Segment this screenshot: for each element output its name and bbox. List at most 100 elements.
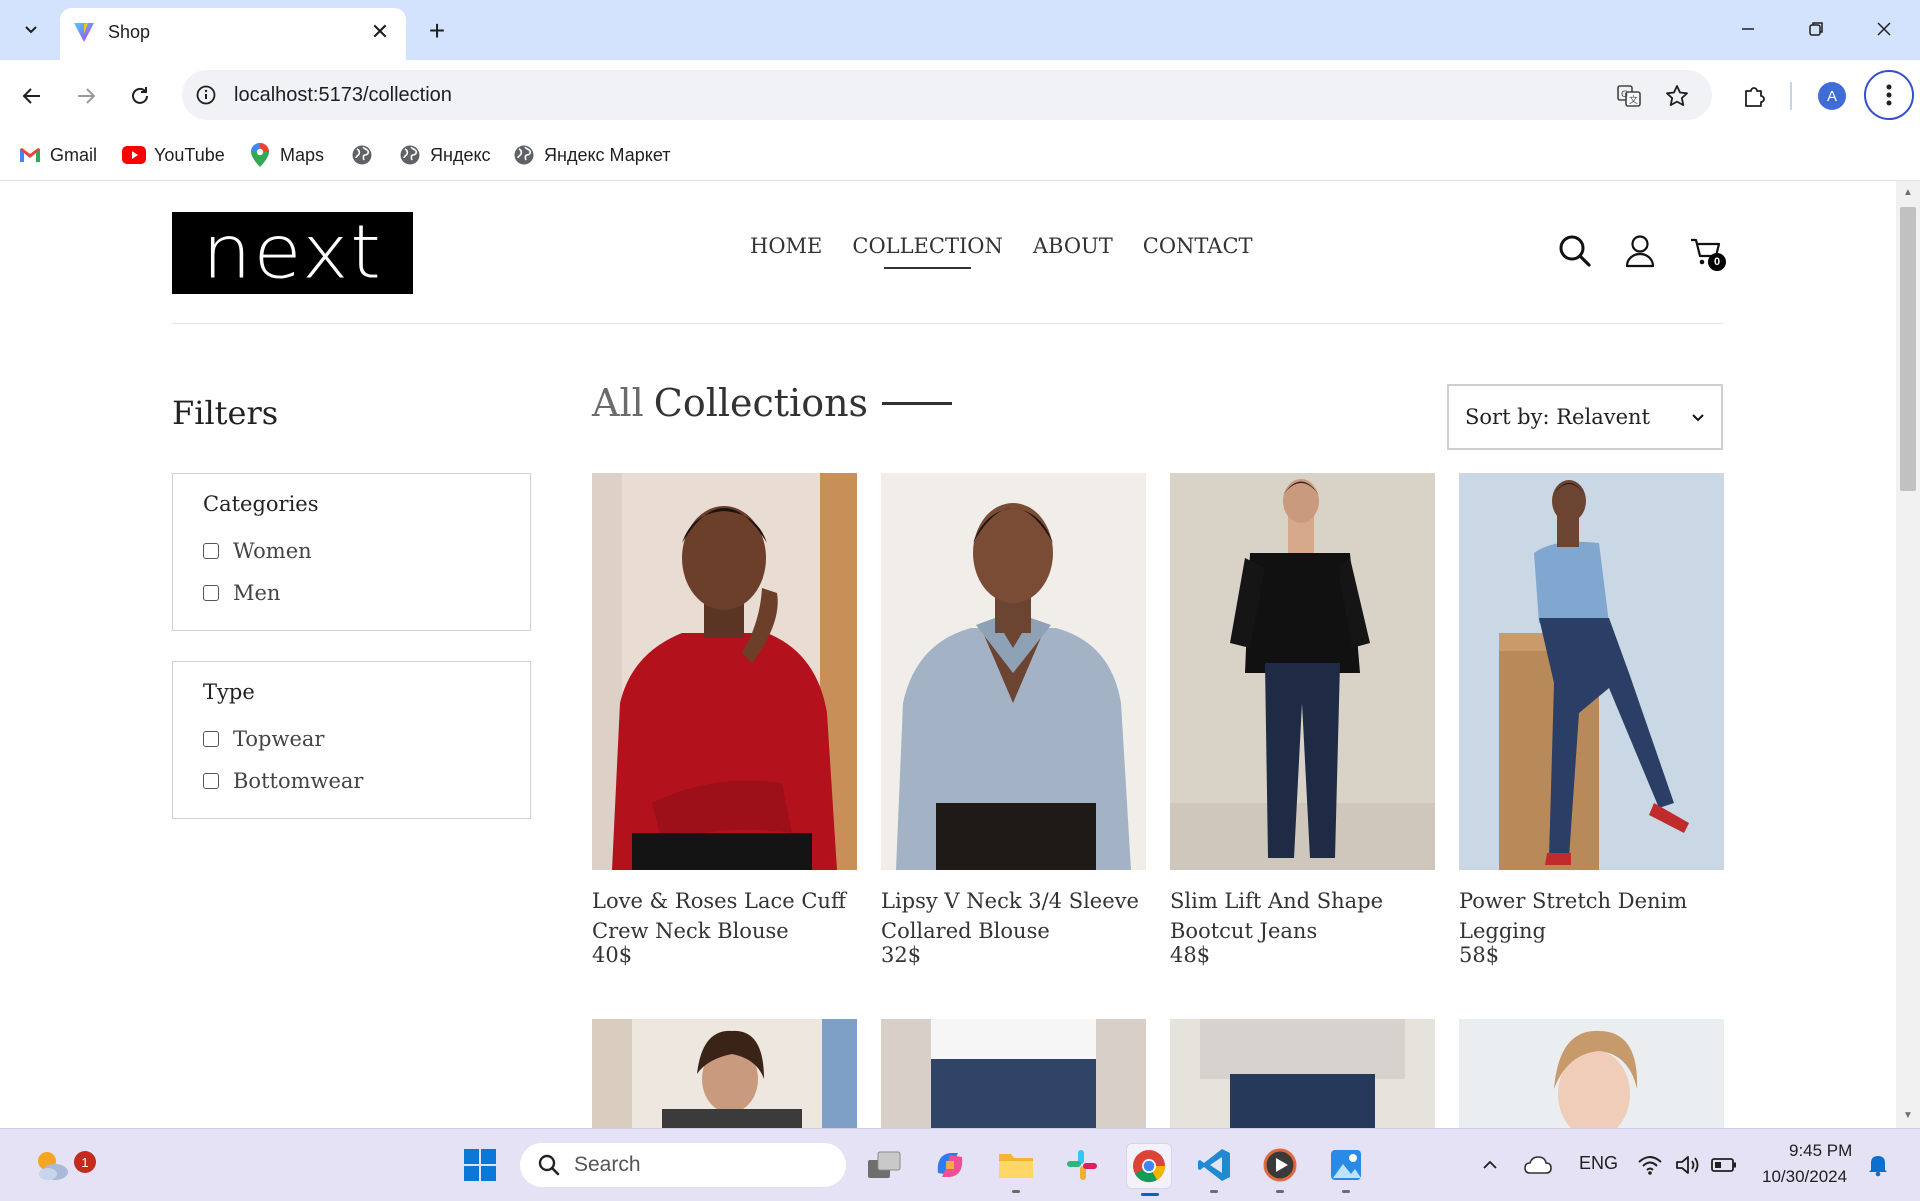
- product-image[interactable]: [1459, 1019, 1724, 1128]
- product-name[interactable]: Love & Roses Lace Cuff Crew Neck Blouse: [592, 886, 857, 946]
- photos-icon: [1331, 1150, 1361, 1180]
- nav-home[interactable]: HOME: [750, 233, 822, 259]
- product-name[interactable]: Power Stretch Denim Legging: [1459, 886, 1724, 946]
- nav-collection[interactable]: COLLECTION: [852, 233, 1003, 269]
- start-button[interactable]: [458, 1143, 502, 1187]
- filter-women[interactable]: Women: [203, 539, 312, 563]
- user-icon: [1625, 235, 1655, 268]
- clock-time[interactable]: 9:45 PM: [1789, 1141, 1852, 1161]
- show-hidden-icons-button[interactable]: [1470, 1143, 1510, 1187]
- new-tab-button[interactable]: +: [420, 14, 454, 48]
- puzzle-icon: [1745, 87, 1765, 107]
- product-image[interactable]: [1459, 473, 1724, 870]
- product-image[interactable]: [1170, 473, 1435, 870]
- bookmark-gmail[interactable]: Gmail: [18, 140, 97, 170]
- checkbox[interactable]: [203, 773, 219, 789]
- page-scrollbar[interactable]: ▲ ▼: [1896, 181, 1920, 1128]
- arrow-right-icon: [78, 88, 96, 104]
- address-bar[interactable]: localhost:5173/collection G文: [182, 70, 1712, 120]
- product-price: 58$: [1459, 943, 1500, 967]
- onedrive-button[interactable]: [1518, 1143, 1558, 1187]
- checkbox[interactable]: [203, 585, 219, 601]
- chrome-button[interactable]: [1126, 1143, 1172, 1196]
- filters-title[interactable]: Filters: [172, 394, 278, 432]
- product-image[interactable]: [592, 473, 857, 870]
- site-info-icon[interactable]: [194, 83, 218, 107]
- slack-icon: [1067, 1150, 1097, 1180]
- product-name[interactable]: Lipsy V Neck 3/4 Sleeve Collared Blouse: [881, 886, 1146, 946]
- taskbar-search[interactable]: Search: [520, 1143, 846, 1187]
- weather-icon: [38, 1152, 68, 1180]
- bookmark-youtube[interactable]: YouTube: [122, 140, 225, 170]
- bookmark-label: YouTube: [154, 144, 225, 165]
- restore-button[interactable]: [1786, 6, 1846, 52]
- scroll-thumb[interactable]: [1900, 207, 1916, 491]
- bookmark-label: Яндекс: [430, 144, 491, 165]
- type-filter: Type Topwear Bottomwear: [172, 661, 531, 819]
- checkbox[interactable]: [203, 543, 219, 559]
- tab-search-button[interactable]: [14, 12, 48, 46]
- slack-button[interactable]: [1060, 1143, 1104, 1187]
- file-explorer-button[interactable]: [994, 1143, 1038, 1193]
- nav-about[interactable]: ABOUT: [1033, 233, 1113, 259]
- reload-button[interactable]: [120, 76, 160, 116]
- product-image[interactable]: [881, 473, 1146, 870]
- copilot-button[interactable]: [928, 1143, 972, 1187]
- wifi-button[interactable]: [1630, 1143, 1670, 1187]
- checkbox[interactable]: [203, 731, 219, 747]
- filter-men[interactable]: Men: [203, 581, 280, 605]
- sort-select[interactable]: Sort by: Relavent: [1447, 384, 1723, 450]
- bookmark-globe[interactable]: [350, 140, 382, 170]
- profile-button[interactable]: A: [1812, 76, 1852, 116]
- back-button[interactable]: [12, 76, 52, 116]
- extensions-button[interactable]: [1734, 76, 1774, 116]
- clock-date[interactable]: 10/30/2024: [1762, 1167, 1847, 1187]
- filter-label: Men: [233, 581, 281, 605]
- search-icon: [1559, 235, 1591, 267]
- running-indicator: [1276, 1190, 1284, 1193]
- browser-tab-strip: Shop ✕ +: [0, 0, 1920, 60]
- task-view-button[interactable]: [862, 1143, 906, 1187]
- volume-button[interactable]: [1668, 1143, 1708, 1187]
- close-icon: [1877, 22, 1891, 36]
- bookmark-maps[interactable]: Maps: [248, 140, 324, 170]
- bookmark-yandex[interactable]: Яндекс: [398, 140, 491, 170]
- nav-contact[interactable]: CONTACT: [1143, 233, 1253, 259]
- close-window-button[interactable]: [1854, 6, 1914, 52]
- translate-icon[interactable]: G文: [1616, 83, 1642, 109]
- filter-topwear[interactable]: Topwear: [203, 727, 324, 751]
- bookmark-star-icon[interactable]: [1664, 83, 1690, 109]
- battery-button[interactable]: [1704, 1143, 1744, 1187]
- vscode-button[interactable]: [1192, 1143, 1236, 1193]
- filter-label: Topwear: [233, 727, 325, 751]
- chevron-up-icon: [1483, 1160, 1497, 1169]
- browser-tab[interactable]: Shop ✕: [60, 8, 406, 60]
- categories-filter: Categories Women Men: [172, 473, 531, 631]
- browser-toolbar: localhost:5173/collection G文 A: [0, 60, 1920, 130]
- product-image[interactable]: [592, 1019, 857, 1128]
- scroll-down-icon[interactable]: ▼: [1902, 1110, 1914, 1122]
- product-image[interactable]: [1170, 1019, 1435, 1128]
- product-image[interactable]: [881, 1019, 1146, 1128]
- profile-link[interactable]: [1620, 231, 1660, 271]
- chevron-down-icon: [25, 26, 37, 34]
- browser-menu-button[interactable]: [1864, 70, 1914, 120]
- minimize-button[interactable]: [1718, 6, 1778, 52]
- site-logo[interactable]: next: [172, 212, 413, 294]
- close-tab-icon[interactable]: ✕: [366, 18, 394, 46]
- product-name[interactable]: Slim Lift And Shape Bootcut Jeans: [1170, 886, 1435, 946]
- logo-text: next: [202, 210, 383, 296]
- cart-button[interactable]: 0: [1686, 231, 1726, 271]
- cloud-icon: [1524, 1156, 1552, 1174]
- filter-bottomwear[interactable]: Bottomwear: [203, 769, 363, 793]
- weather-widget[interactable]: 1: [26, 1143, 96, 1187]
- bookmark-yandex-market[interactable]: Яндекс Маркет: [512, 140, 670, 170]
- photos-button[interactable]: [1324, 1143, 1368, 1193]
- notifications-button[interactable]: [1860, 1143, 1896, 1187]
- scroll-up-icon[interactable]: ▲: [1902, 187, 1914, 199]
- bookmark-label: Gmail: [50, 144, 98, 165]
- media-player-button[interactable]: [1258, 1143, 1302, 1193]
- search-button[interactable]: [1555, 231, 1595, 271]
- language-indicator[interactable]: ENG: [1579, 1153, 1618, 1174]
- forward-button[interactable]: [66, 76, 106, 116]
